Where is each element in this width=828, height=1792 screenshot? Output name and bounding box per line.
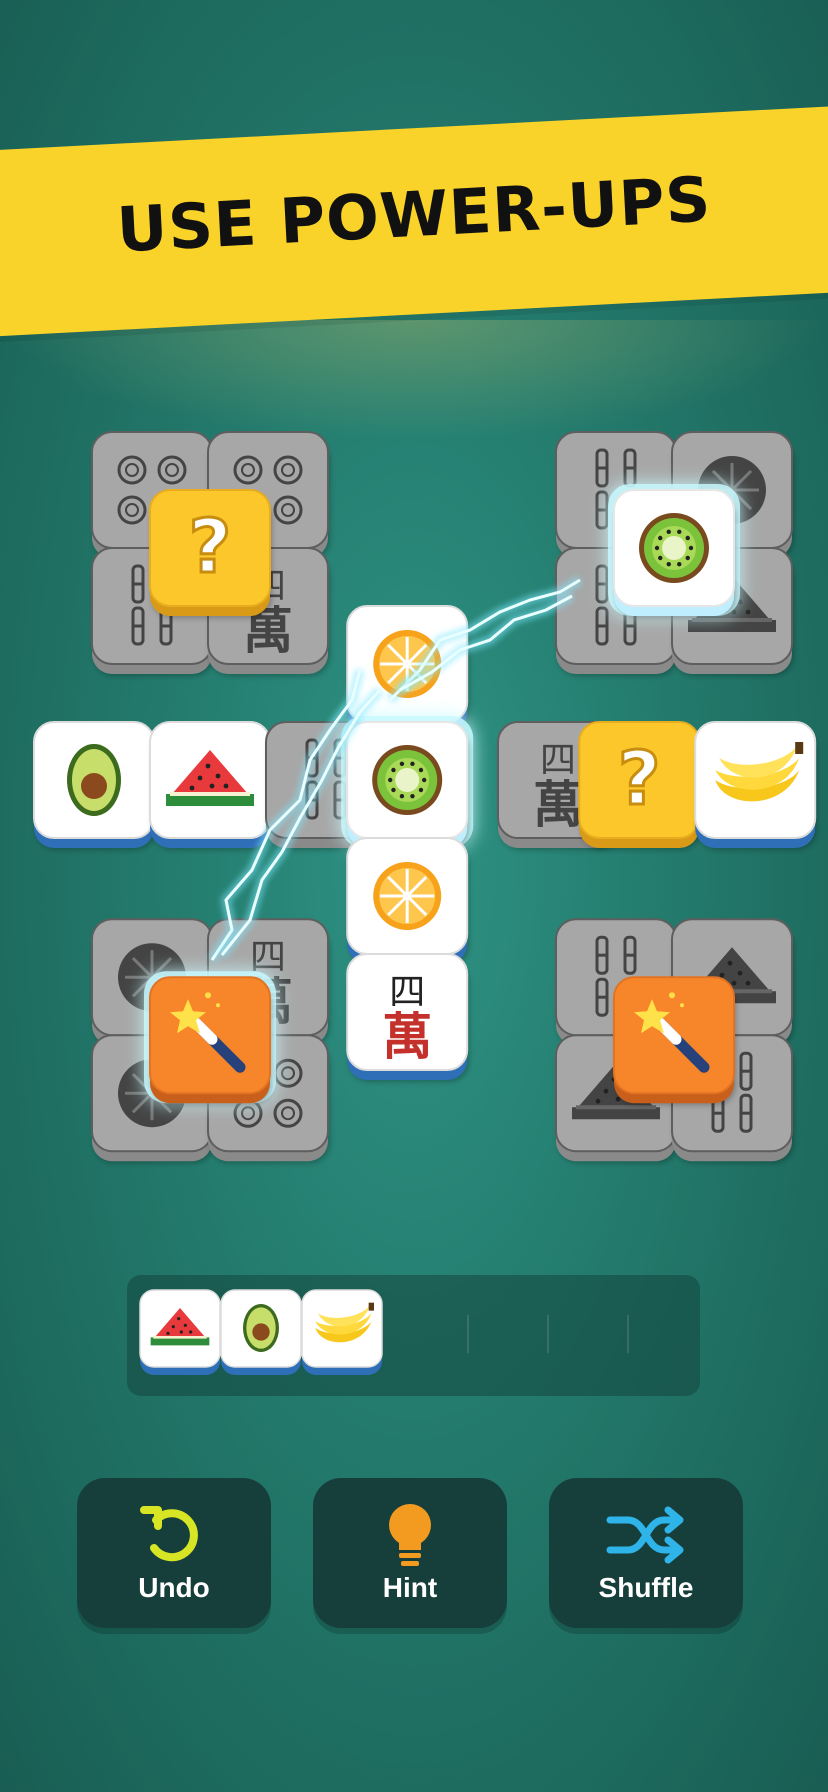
tile-kiwi[interactable] — [341, 716, 474, 850]
tile-avocado[interactable] — [33, 721, 156, 850]
question-mark-text: ? — [618, 736, 661, 822]
wan-bottom-text: 萬 — [382, 1007, 432, 1066]
hint-button[interactable]: Hint — [313, 1478, 507, 1628]
undo-button[interactable]: Undo — [77, 1478, 271, 1628]
tile-banana[interactable] — [694, 721, 818, 850]
wan-icon: 四萬 — [533, 740, 583, 834]
wan-bottom-text: 萬 — [533, 775, 583, 834]
undo-icon — [140, 1506, 198, 1562]
orange-icon — [373, 862, 442, 930]
tile-orange[interactable] — [346, 605, 470, 734]
tile-wan[interactable]: 四萬 — [346, 953, 470, 1082]
undo-label: Undo — [138, 1572, 210, 1603]
hint-label: Hint — [382, 1572, 438, 1603]
kiwi-icon — [639, 513, 709, 583]
lightbulb-icon — [389, 1504, 431, 1566]
kiwi-icon — [372, 745, 443, 815]
avocado-icon — [67, 744, 121, 816]
tile-tray — [127, 1275, 700, 1396]
tray-slot-divider — [467, 1315, 469, 1353]
question-icon: ? — [187, 503, 233, 592]
tile-watermelon[interactable] — [149, 721, 272, 850]
wan-icon: 四萬 — [382, 972, 432, 1066]
tile-question[interactable]: ? — [578, 721, 702, 850]
tile-wand[interactable] — [144, 971, 276, 1106]
question-icon: ? — [616, 735, 662, 824]
shuffle-button[interactable]: Shuffle — [549, 1478, 743, 1628]
tray-slot-divider — [547, 1315, 549, 1353]
tile-kiwi[interactable] — [608, 484, 740, 618]
tile-question[interactable]: ? — [149, 489, 272, 618]
shuffle-label: Shuffle — [598, 1572, 694, 1603]
tray-slot-divider — [627, 1315, 629, 1353]
tile-orange[interactable] — [346, 837, 470, 966]
shuffle-icon — [606, 1506, 684, 1564]
tile-wand[interactable] — [613, 976, 736, 1106]
question-mark-text: ? — [189, 504, 232, 590]
